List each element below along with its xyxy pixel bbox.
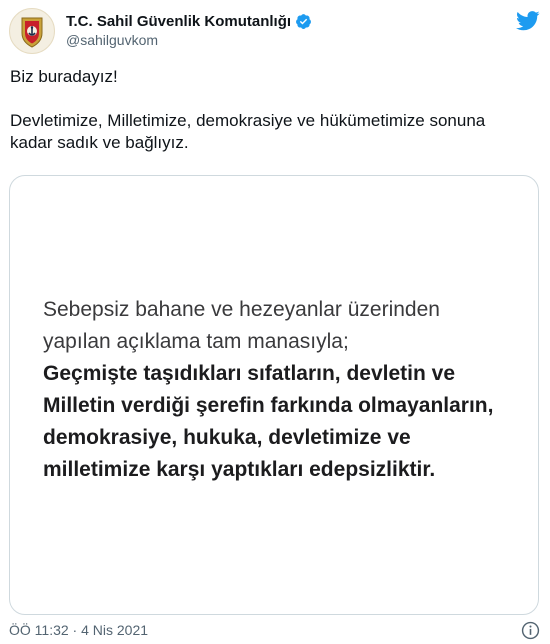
author-handle[interactable]: @sahilguvkom xyxy=(66,32,312,48)
info-icon[interactable] xyxy=(521,621,540,640)
tweet-header: T.C. Sahil Güvenlik Komutanlığı @sahilgu… xyxy=(9,8,540,54)
twitter-bird-icon[interactable] xyxy=(516,11,540,31)
verified-badge-icon xyxy=(296,14,311,29)
tweet-media-image[interactable]: Sebepsiz bahane ve hezeyanlar üzerinden … xyxy=(9,175,539,615)
media-line: milletimize karşı yaptıkları edepsizlikt… xyxy=(43,458,436,481)
tweet-text: Biz buradayız! Devletimize, Milletimize,… xyxy=(10,66,530,154)
media-line: Milletin verdiği şerefin farkında olmaya… xyxy=(43,394,494,417)
tweet-footer: ÖÖ 11:32 · 4 Nis 2021 xyxy=(9,620,540,642)
media-statement: Sebepsiz bahane ve hezeyanlar üzerinden … xyxy=(43,294,513,486)
author-display-name[interactable]: T.C. Sahil Güvenlik Komutanlığı xyxy=(66,13,291,30)
tweet-line-1: Biz buradayız! xyxy=(10,67,118,86)
media-line: yapılan açıklama tam manasıyla; xyxy=(43,330,349,353)
media-line: Geçmişte taşıdıkları sıfatların, devleti… xyxy=(43,362,456,385)
avatar[interactable] xyxy=(9,8,55,54)
media-line: Sebepsiz bahane ve hezeyanlar üzerinden xyxy=(43,298,440,321)
media-line: demokrasiye, hukuka, devletimize ve xyxy=(43,426,411,449)
tweet-timestamp[interactable]: ÖÖ 11:32 · 4 Nis 2021 xyxy=(9,622,148,638)
coast-guard-emblem-icon xyxy=(11,10,53,52)
tweet-line-2: Devletimize, Milletimize, demokrasiye ve… xyxy=(10,111,486,152)
author-info: T.C. Sahil Güvenlik Komutanlığı @sahilgu… xyxy=(66,13,312,48)
